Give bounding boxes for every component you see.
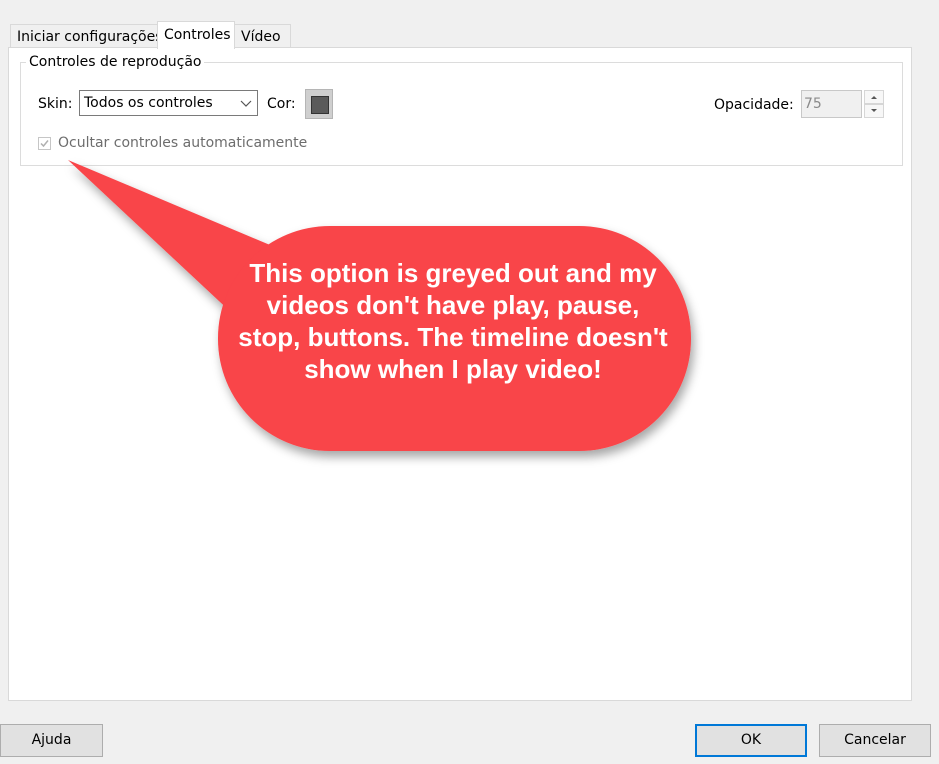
opacity-value: 75 bbox=[804, 96, 822, 112]
color-picker-button[interactable] bbox=[305, 89, 333, 119]
opacity-decrease-button[interactable] bbox=[864, 104, 884, 118]
tab-video[interactable]: Vídeo bbox=[234, 24, 291, 48]
color-swatch bbox=[311, 96, 329, 114]
chevron-down-icon bbox=[240, 100, 252, 107]
group-title: Controles de reprodução bbox=[26, 53, 205, 71]
chevron-down-icon bbox=[871, 109, 877, 112]
tab-iniciar-configuracoes[interactable]: Iniciar configurações bbox=[10, 24, 162, 48]
opacity-label: Opacidade: bbox=[714, 97, 794, 113]
cancel-button[interactable]: Cancelar bbox=[819, 724, 931, 757]
skin-select[interactable]: Todos os controles bbox=[79, 90, 258, 116]
skin-select-value: Todos os controles bbox=[84, 95, 213, 111]
checkmark-icon bbox=[40, 140, 49, 148]
opacity-increase-button[interactable] bbox=[864, 90, 884, 104]
color-label: Cor: bbox=[267, 96, 296, 112]
chevron-up-icon bbox=[871, 96, 877, 99]
auto-hide-label: Ocultar controles automaticamente bbox=[58, 135, 308, 151]
playback-controls-group: Controles de reprodução Skin: Todos os c… bbox=[20, 53, 903, 166]
tab-controles[interactable]: Controles bbox=[157, 21, 235, 49]
opacity-stepper bbox=[864, 90, 884, 118]
ok-button[interactable]: OK bbox=[695, 724, 807, 757]
annotation-text: This option is greyed out and my videos … bbox=[238, 258, 668, 384]
help-button[interactable]: Ajuda bbox=[0, 724, 103, 757]
auto-hide-checkbox[interactable] bbox=[38, 137, 51, 150]
opacity-input[interactable]: 75 bbox=[801, 90, 862, 118]
skin-label: Skin: bbox=[38, 96, 73, 112]
